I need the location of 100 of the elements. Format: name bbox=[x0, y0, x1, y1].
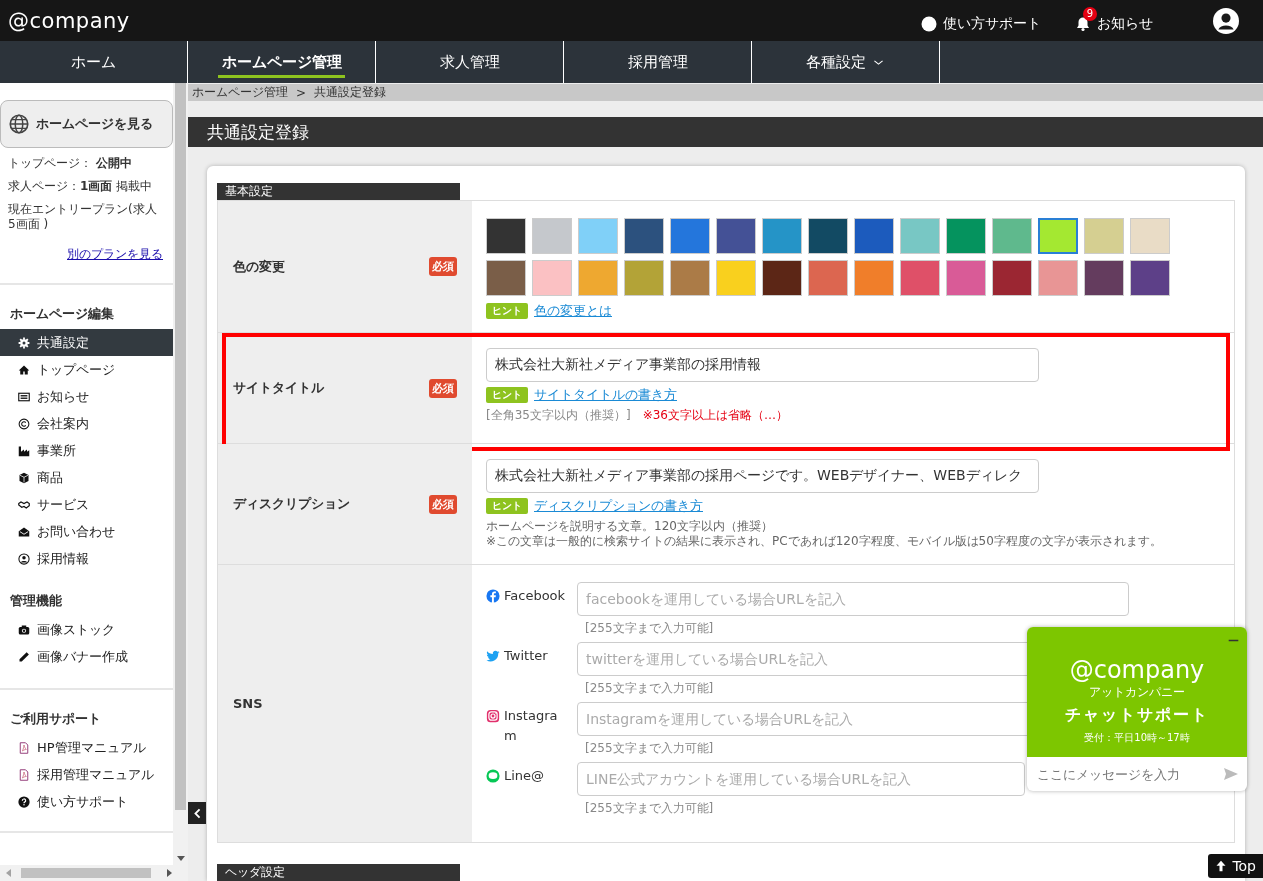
scrollbar[interactable] bbox=[173, 83, 188, 865]
note-text: [255文字まで入力可能] bbox=[585, 621, 714, 636]
color-swatch[interactable] bbox=[1038, 260, 1078, 296]
sidebar-item[interactable]: サービス bbox=[0, 491, 173, 518]
color-swatch[interactable] bbox=[992, 260, 1032, 296]
back-to-top-button[interactable]: Top bbox=[1208, 854, 1263, 878]
pdf-icon bbox=[18, 741, 30, 754]
sidebar-item[interactable]: 画像ストック bbox=[0, 616, 173, 643]
notification-badge: 9 bbox=[1083, 6, 1097, 21]
plan-link[interactable]: 別のプランを見る bbox=[67, 246, 163, 263]
breadcrumb-link[interactable]: 共通設定登録 bbox=[314, 84, 387, 101]
color-swatch[interactable] bbox=[1038, 218, 1078, 254]
account-label: Instagram bbox=[504, 707, 559, 745]
header-link[interactable]: 9 お知らせ bbox=[1075, 5, 1153, 36]
color-swatch[interactable] bbox=[486, 260, 526, 296]
color-swatch[interactable] bbox=[670, 260, 710, 296]
color-swatch[interactable] bbox=[808, 218, 848, 254]
note-text: [255文字まで入力可能] bbox=[585, 681, 714, 696]
color-swatch[interactable] bbox=[578, 218, 618, 254]
header-link[interactable]: 使い方サポート bbox=[921, 5, 1041, 36]
color-swatch[interactable] bbox=[1084, 260, 1124, 296]
color-swatch[interactable] bbox=[532, 260, 572, 296]
required-badge: 必須 bbox=[429, 378, 457, 398]
color-swatch[interactable] bbox=[854, 218, 894, 254]
globe-icon bbox=[9, 114, 29, 134]
chevron-left-icon bbox=[191, 807, 203, 819]
newspaper-icon bbox=[18, 390, 30, 403]
twitter-icon bbox=[486, 649, 500, 663]
color-swatch[interactable] bbox=[578, 260, 618, 296]
color-swatch[interactable] bbox=[716, 218, 756, 254]
avatar-icon[interactable] bbox=[1213, 7, 1239, 34]
field-label: 色の変更 bbox=[233, 257, 285, 276]
url-field[interactable]: LINE公式アカウントを運用している場合URLを記入 bbox=[577, 762, 1025, 796]
color-swatch[interactable] bbox=[946, 218, 986, 254]
sidebar-item[interactable]: 使い方サポート bbox=[0, 788, 173, 815]
color-swatch[interactable] bbox=[624, 260, 664, 296]
color-swatch[interactable] bbox=[900, 218, 940, 254]
note-text: [全角35文字以内（推奨）] bbox=[486, 408, 631, 423]
color-swatch[interactable] bbox=[762, 260, 802, 296]
hint-link[interactable]: 色の変更とは bbox=[534, 302, 612, 320]
scrollbar[interactable] bbox=[0, 865, 188, 881]
nav-tab[interactable]: ホームページ管理 bbox=[188, 41, 376, 83]
envelope-icon bbox=[18, 525, 30, 538]
sidebar-item[interactable]: トップページ bbox=[0, 356, 173, 383]
view-site-button[interactable]: ホームページを見る bbox=[0, 100, 173, 148]
sidebar-item[interactable]: 採用管理マニュアル bbox=[0, 761, 173, 788]
field-label: SNS bbox=[233, 696, 263, 711]
section-title: ホームページ編集 bbox=[9, 305, 115, 323]
breadcrumb-separator: > bbox=[296, 85, 307, 100]
color-swatch[interactable] bbox=[670, 218, 710, 254]
url-field[interactable]: facebookを運用している場合URLを記入 bbox=[577, 582, 1129, 616]
sidebar-item[interactable]: 商品 bbox=[0, 464, 173, 491]
sidebar-item[interactable]: 採用情報 bbox=[0, 545, 173, 572]
collapse-button[interactable] bbox=[188, 802, 206, 824]
user-icon bbox=[18, 552, 30, 565]
section-header: 基本設定 bbox=[217, 183, 460, 200]
color-swatch[interactable] bbox=[808, 260, 848, 296]
color-swatch[interactable] bbox=[532, 218, 572, 254]
account-label: Line@ bbox=[504, 767, 546, 785]
required-badge: 必須 bbox=[429, 494, 457, 514]
text-field[interactable]: 株式会社大新社メディア事業部の採用ページです。WEBデザイナー、WEBディレク bbox=[486, 459, 1039, 493]
sidebar-item[interactable]: 事業所 bbox=[0, 437, 173, 464]
sidebar-item[interactable]: HP管理マニュアル bbox=[0, 734, 173, 761]
hint-badge: ヒント bbox=[486, 387, 528, 403]
color-swatch[interactable] bbox=[1084, 218, 1124, 254]
note-text: [255文字まで入力可能] bbox=[585, 801, 714, 816]
section-header: ヘッダ設定 bbox=[217, 864, 460, 881]
pencil-icon bbox=[18, 650, 30, 663]
color-swatch[interactable] bbox=[716, 260, 756, 296]
note-text: ※この文章は一般的に検索サイトの結果に表示され、PCであれば120字程度、モバイル版は50字程度の文字が表示されます。 bbox=[486, 534, 1162, 549]
color-swatch[interactable] bbox=[486, 218, 526, 254]
sidebar-item[interactable]: 画像バナー作成 bbox=[0, 643, 173, 670]
sidebar-item[interactable]: お問い合わせ bbox=[0, 518, 173, 545]
note-text: [255文字まで入力可能] bbox=[585, 741, 714, 756]
send-icon[interactable] bbox=[1223, 766, 1239, 782]
copyright-icon bbox=[18, 417, 30, 430]
bell-icon bbox=[1075, 15, 1091, 32]
hint-badge: ヒント bbox=[486, 303, 528, 319]
color-swatch[interactable] bbox=[1130, 260, 1170, 296]
color-swatch[interactable] bbox=[624, 218, 664, 254]
text-field[interactable]: 株式会社大新社メディア事業部の採用情報 bbox=[486, 348, 1039, 382]
hint-link[interactable]: ディスクリプションの書き方 bbox=[534, 497, 703, 515]
color-swatch[interactable] bbox=[1130, 218, 1170, 254]
note-text: ホームページを説明する文章。120文字以内（推奨） bbox=[486, 519, 773, 534]
hint-link[interactable]: サイトタイトルの書き方 bbox=[534, 386, 677, 404]
account-label: Facebook bbox=[504, 587, 566, 605]
required-badge: 必須 bbox=[429, 257, 457, 276]
section-title: ご利用サポート bbox=[9, 710, 102, 728]
sidebar-item[interactable]: お知らせ bbox=[0, 383, 173, 410]
facebook-icon bbox=[486, 589, 500, 603]
sidebar-item[interactable]: 会社案内 bbox=[0, 410, 173, 437]
color-swatch[interactable] bbox=[992, 218, 1032, 254]
logo[interactable]: @company bbox=[8, 8, 130, 33]
field-label: サイトタイトル bbox=[233, 379, 324, 397]
color-swatch[interactable] bbox=[762, 218, 802, 254]
sidebar-item[interactable]: 共通設定 bbox=[0, 329, 173, 356]
breadcrumb-link[interactable]: ホームページ管理 bbox=[192, 84, 288, 101]
color-swatch[interactable] bbox=[854, 260, 894, 296]
color-swatch[interactable] bbox=[900, 260, 940, 296]
color-swatch[interactable] bbox=[946, 260, 986, 296]
